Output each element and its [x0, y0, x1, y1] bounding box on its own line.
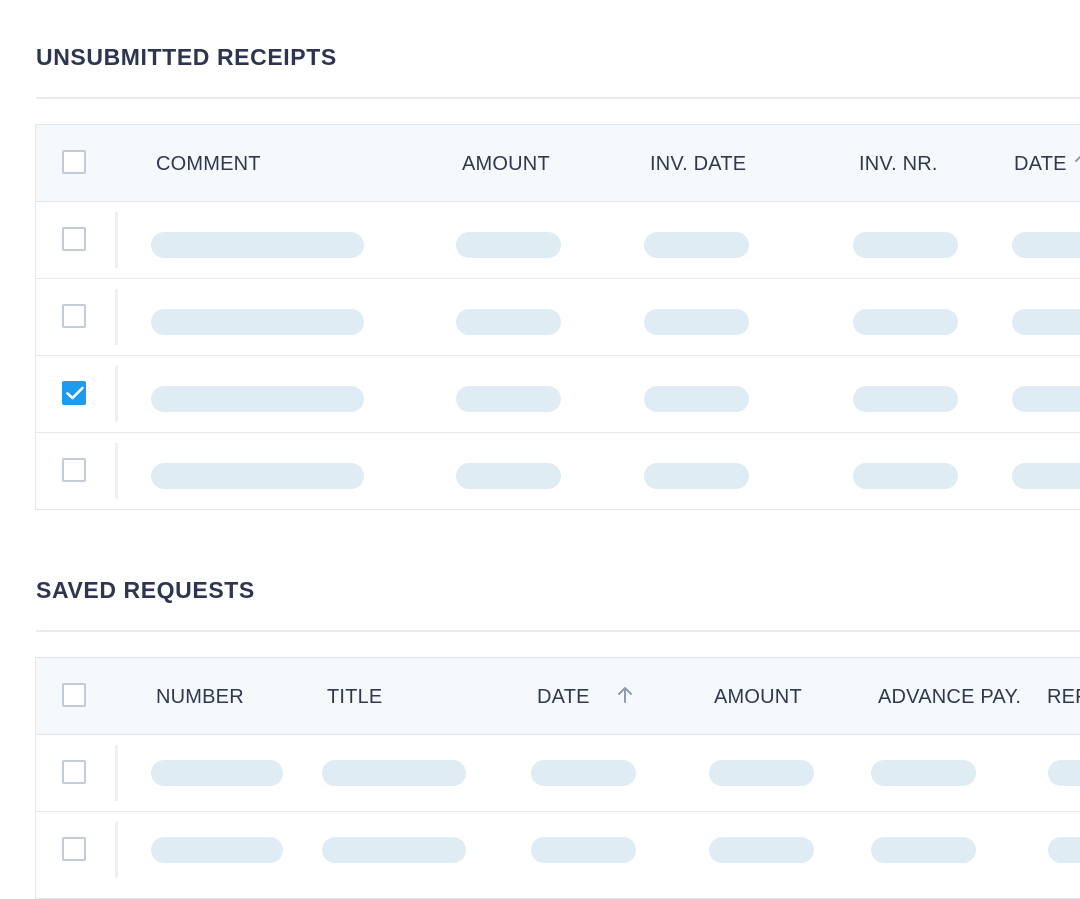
- comment-placeholder: [151, 463, 364, 489]
- column-header-advance-pay[interactable]: ADVANCE PAY.: [878, 658, 1021, 734]
- select-all-checkbox[interactable]: [62, 150, 86, 174]
- column-header-inv-date[interactable]: INV. DATE: [650, 125, 746, 201]
- column-header-inv-nr[interactable]: INV. NR.: [859, 125, 938, 201]
- inv-date-placeholder: [644, 232, 749, 258]
- table-row[interactable]: [36, 356, 1080, 433]
- row-divider: [115, 366, 118, 422]
- table-row[interactable]: [36, 433, 1080, 509]
- column-header-number[interactable]: NUMBER: [156, 658, 244, 734]
- row-checkbox[interactable]: [62, 837, 86, 861]
- inv-nr-placeholder: [853, 463, 958, 489]
- column-header-ref[interactable]: REF: [1047, 658, 1080, 734]
- inv-date-placeholder: [644, 309, 749, 335]
- inv-nr-placeholder: [853, 232, 958, 258]
- number-placeholder: [151, 760, 283, 786]
- row-checkbox[interactable]: [62, 760, 86, 784]
- comment-placeholder: [151, 232, 364, 258]
- saved-requests-title: SAVED REQUESTS: [36, 577, 255, 603]
- date-placeholder: [1012, 232, 1080, 258]
- row-divider: [115, 289, 118, 345]
- row-checkbox[interactable]: [62, 304, 86, 328]
- advance-pay-placeholder: [871, 837, 976, 863]
- table-row[interactable]: [36, 279, 1080, 356]
- sort-ascending-arrow-icon[interactable]: [1072, 152, 1080, 172]
- row-divider: [115, 443, 118, 499]
- inv-date-placeholder: [644, 463, 749, 489]
- inv-date-placeholder: [644, 386, 749, 412]
- row-checkbox[interactable]: [62, 458, 86, 482]
- table-row[interactable]: [36, 812, 1080, 888]
- row-divider: [115, 745, 118, 801]
- table-header: COMMENT AMOUNT INV. DATE INV. NR. DATE: [36, 125, 1080, 202]
- column-header-amount[interactable]: AMOUNT: [462, 125, 550, 201]
- column-header-date[interactable]: DATE: [1014, 125, 1067, 201]
- select-all-checkbox[interactable]: [62, 683, 86, 707]
- table-row[interactable]: [36, 735, 1080, 812]
- amount-placeholder: [709, 837, 814, 863]
- amount-placeholder: [456, 386, 561, 412]
- unsubmitted-receipts-divider: [36, 97, 1080, 99]
- amount-placeholder: [456, 463, 561, 489]
- column-header-comment[interactable]: COMMENT: [156, 125, 261, 201]
- date-placeholder: [1012, 309, 1080, 335]
- column-header-date[interactable]: DATE: [537, 658, 590, 734]
- inv-nr-placeholder: [853, 386, 958, 412]
- date-placeholder: [1012, 386, 1080, 412]
- advance-pay-placeholder: [871, 760, 976, 786]
- number-placeholder: [151, 837, 283, 863]
- checkmark-icon: [66, 386, 84, 400]
- amount-placeholder: [456, 232, 561, 258]
- date-placeholder: [531, 837, 636, 863]
- table-header: NUMBER TITLE DATE AMOUNT ADVANCE PAY. RE…: [36, 658, 1080, 735]
- title-placeholder: [322, 760, 466, 786]
- row-divider: [115, 212, 118, 268]
- amount-placeholder: [456, 309, 561, 335]
- ref-placeholder: [1048, 760, 1080, 786]
- column-header-amount[interactable]: AMOUNT: [714, 658, 802, 734]
- title-placeholder: [322, 837, 466, 863]
- comment-placeholder: [151, 309, 364, 335]
- sort-ascending-arrow-icon[interactable]: [615, 685, 635, 705]
- comment-placeholder: [151, 386, 364, 412]
- unsubmitted-receipts-title: UNSUBMITTED RECEIPTS: [36, 44, 337, 70]
- row-checkbox-checked[interactable]: [62, 381, 86, 405]
- inv-nr-placeholder: [853, 309, 958, 335]
- row-divider: [115, 822, 118, 878]
- saved-requests-divider: [36, 630, 1080, 632]
- ref-placeholder: [1048, 837, 1080, 863]
- table-row[interactable]: [36, 202, 1080, 279]
- unsubmitted-receipts-table: COMMENT AMOUNT INV. DATE INV. NR. DATE: [35, 124, 1080, 510]
- saved-requests-table: NUMBER TITLE DATE AMOUNT ADVANCE PAY. RE…: [35, 657, 1080, 899]
- date-placeholder: [1012, 463, 1080, 489]
- date-placeholder: [531, 760, 636, 786]
- row-checkbox[interactable]: [62, 227, 86, 251]
- amount-placeholder: [709, 760, 814, 786]
- column-header-title[interactable]: TITLE: [327, 658, 382, 734]
